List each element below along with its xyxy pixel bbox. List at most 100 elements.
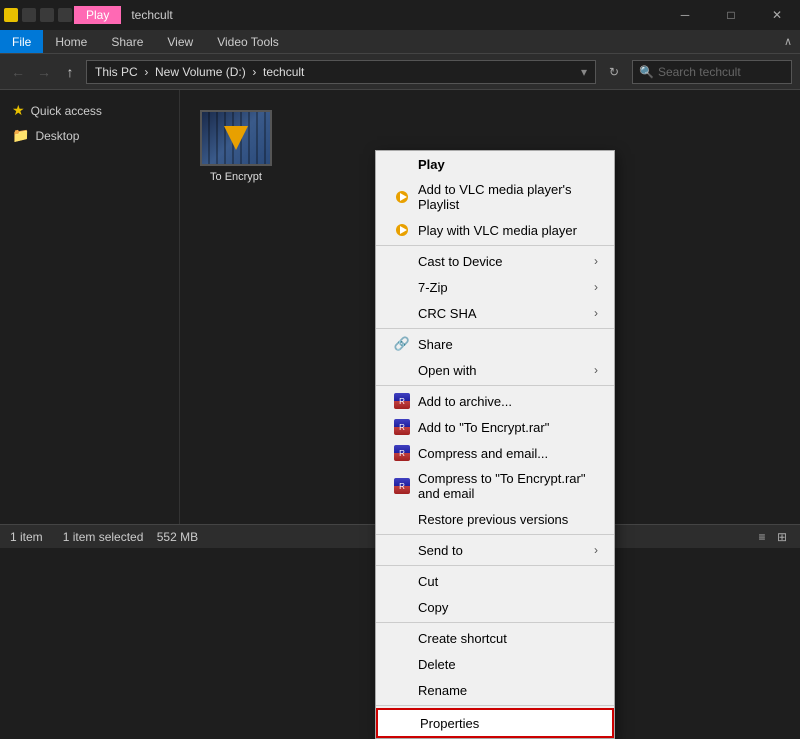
ctx-openwith-label: Open with <box>418 363 477 378</box>
sidebar-item-desktop[interactable]: 📁 Desktop <box>0 123 179 148</box>
status-view-controls: ≡ ⊞ <box>754 529 790 545</box>
back-button[interactable]: ← <box>8 62 28 82</box>
title-bar-controls: ─ □ ✕ <box>662 0 800 30</box>
ctx-compress-email-label: Compress and email... <box>418 446 548 461</box>
ctx-crcsha[interactable]: CRC SHA › <box>376 300 614 326</box>
ctx-rename-label: Rename <box>418 683 467 698</box>
ctx-vlc-playlist[interactable]: Add to VLC media player's Playlist <box>376 177 614 217</box>
ctx-cut-label: Cut <box>418 574 438 589</box>
ctx-crcsha-arrow: › <box>594 306 598 320</box>
view-grid-icon[interactable]: ⊞ <box>774 529 790 545</box>
sendto-icon <box>392 542 412 558</box>
ctx-share[interactable]: 🔗 Share <box>376 331 614 357</box>
share-icon: 🔗 <box>392 336 412 352</box>
7zip-icon <box>392 279 412 295</box>
sidebar-label-desktop: Desktop <box>35 129 79 143</box>
ctx-crcsha-label: CRC SHA <box>418 306 477 321</box>
ctx-cast[interactable]: Cast to Device › <box>376 248 614 274</box>
view-list-icon[interactable]: ≡ <box>754 529 770 545</box>
ctx-restore[interactable]: Restore previous versions <box>376 506 614 532</box>
context-menu: Play Add to VLC media player's Playlist … <box>375 150 615 739</box>
cast-icon <box>392 253 412 269</box>
close-button[interactable]: ✕ <box>754 0 800 30</box>
ribbon-tab-home[interactable]: Home <box>43 30 99 53</box>
title-dot-3 <box>40 8 54 22</box>
sidebar-item-quickaccess[interactable]: ★ Quick access <box>0 98 179 123</box>
ctx-sep-7 <box>376 705 614 706</box>
ctx-copy[interactable]: Copy <box>376 594 614 620</box>
ctx-delete-label: Delete <box>418 657 456 672</box>
status-selected: 1 item selected 552 MB <box>63 530 198 544</box>
ctx-compress-rar-email[interactable]: R Compress to "To Encrypt.rar" and email <box>376 466 614 506</box>
title-bar-left: Play techcult <box>0 6 173 24</box>
ctx-sendto[interactable]: Send to › <box>376 537 614 563</box>
ctx-add-rar[interactable]: R Add to "To Encrypt.rar" <box>376 414 614 440</box>
ctx-sep-5 <box>376 565 614 566</box>
vlc-icon <box>224 126 248 150</box>
play-icon <box>392 156 412 172</box>
search-icon: 🔍 <box>639 65 654 79</box>
ctx-add-archive[interactable]: R Add to archive... <box>376 388 614 414</box>
title-bar-dots <box>4 8 72 22</box>
crcsha-icon <box>392 305 412 321</box>
file-thumb-inner <box>202 112 270 164</box>
ctx-play[interactable]: Play <box>376 151 614 177</box>
ctx-openwith-arrow: › <box>594 363 598 377</box>
ctx-vlc-play[interactable]: Play with VLC media player <box>376 217 614 243</box>
ribbon-tab-file[interactable]: File <box>0 30 43 53</box>
up-button[interactable]: ↑ <box>60 62 80 82</box>
ribbon-tab-view[interactable]: View <box>155 30 205 53</box>
ribbon-tab-share[interactable]: Share <box>99 30 155 53</box>
ctx-sendto-arrow: › <box>594 543 598 557</box>
title-dot-2 <box>22 8 36 22</box>
ctx-cast-label: Cast to Device <box>418 254 503 269</box>
ctx-play-label: Play <box>418 157 445 172</box>
ribbon-collapse[interactable]: ∧ <box>784 35 800 48</box>
delete-icon <box>392 656 412 672</box>
winrar-rar-icon: R <box>392 419 412 435</box>
copy-icon <box>392 599 412 615</box>
minimize-button[interactable]: ─ <box>662 0 708 30</box>
refresh-button[interactable]: ↻ <box>602 60 626 84</box>
ctx-vlc-playlist-label: Add to VLC media player's Playlist <box>418 182 598 212</box>
address-path[interactable]: This PC › New Volume (D:) › techcult ▾ <box>86 60 596 84</box>
ctx-7zip[interactable]: 7-Zip › <box>376 274 614 300</box>
folder-icon: 📁 <box>12 127 29 144</box>
ctx-shortcut[interactable]: Create shortcut <box>376 625 614 651</box>
ctx-compress-email[interactable]: R Compress and email... <box>376 440 614 466</box>
vlc-play-icon <box>392 222 412 238</box>
ctx-cast-arrow: › <box>594 254 598 268</box>
star-icon: ★ <box>12 102 25 119</box>
ctx-sep-3 <box>376 385 614 386</box>
search-box[interactable]: 🔍 Search techcult <box>632 60 792 84</box>
winrar-add-icon: R <box>392 393 412 409</box>
properties-icon <box>394 715 414 731</box>
maximize-button[interactable]: □ <box>708 0 754 30</box>
ctx-cut[interactable]: Cut <box>376 568 614 594</box>
vlc-playlist-icon <box>392 189 412 205</box>
ctx-sep-4 <box>376 534 614 535</box>
forward-button[interactable]: → <box>34 62 54 82</box>
ctx-properties[interactable]: Properties <box>376 708 614 738</box>
winrar-email-icon: R <box>392 445 412 461</box>
ctx-shortcut-label: Create shortcut <box>418 631 507 646</box>
ctx-rename[interactable]: Rename <box>376 677 614 703</box>
ctx-7zip-label: 7-Zip <box>418 280 448 295</box>
file-name-label: To Encrypt <box>210 170 262 184</box>
title-dot-4 <box>58 8 72 22</box>
openwith-icon <box>392 362 412 378</box>
ctx-properties-label: Properties <box>420 716 479 731</box>
path-text: This PC › New Volume (D:) › techcult <box>95 65 304 79</box>
ctx-delete[interactable]: Delete <box>376 651 614 677</box>
title-bar: Play techcult ─ □ ✕ <box>0 0 800 30</box>
cut-icon <box>392 573 412 589</box>
sidebar-label-quickaccess: Quick access <box>31 104 102 118</box>
ribbon: File Home Share View Video Tools ∧ <box>0 30 800 54</box>
file-item-toencrypt[interactable]: To Encrypt <box>196 106 276 188</box>
ribbon-tab-videotools[interactable]: Video Tools <box>205 30 291 53</box>
path-dropdown-icon[interactable]: ▾ <box>581 65 587 79</box>
ctx-openwith[interactable]: Open with › <box>376 357 614 383</box>
active-tab-label[interactable]: Play <box>74 6 121 24</box>
winrar-rar-email-icon: R <box>392 478 412 494</box>
file-thumbnail <box>200 110 272 166</box>
